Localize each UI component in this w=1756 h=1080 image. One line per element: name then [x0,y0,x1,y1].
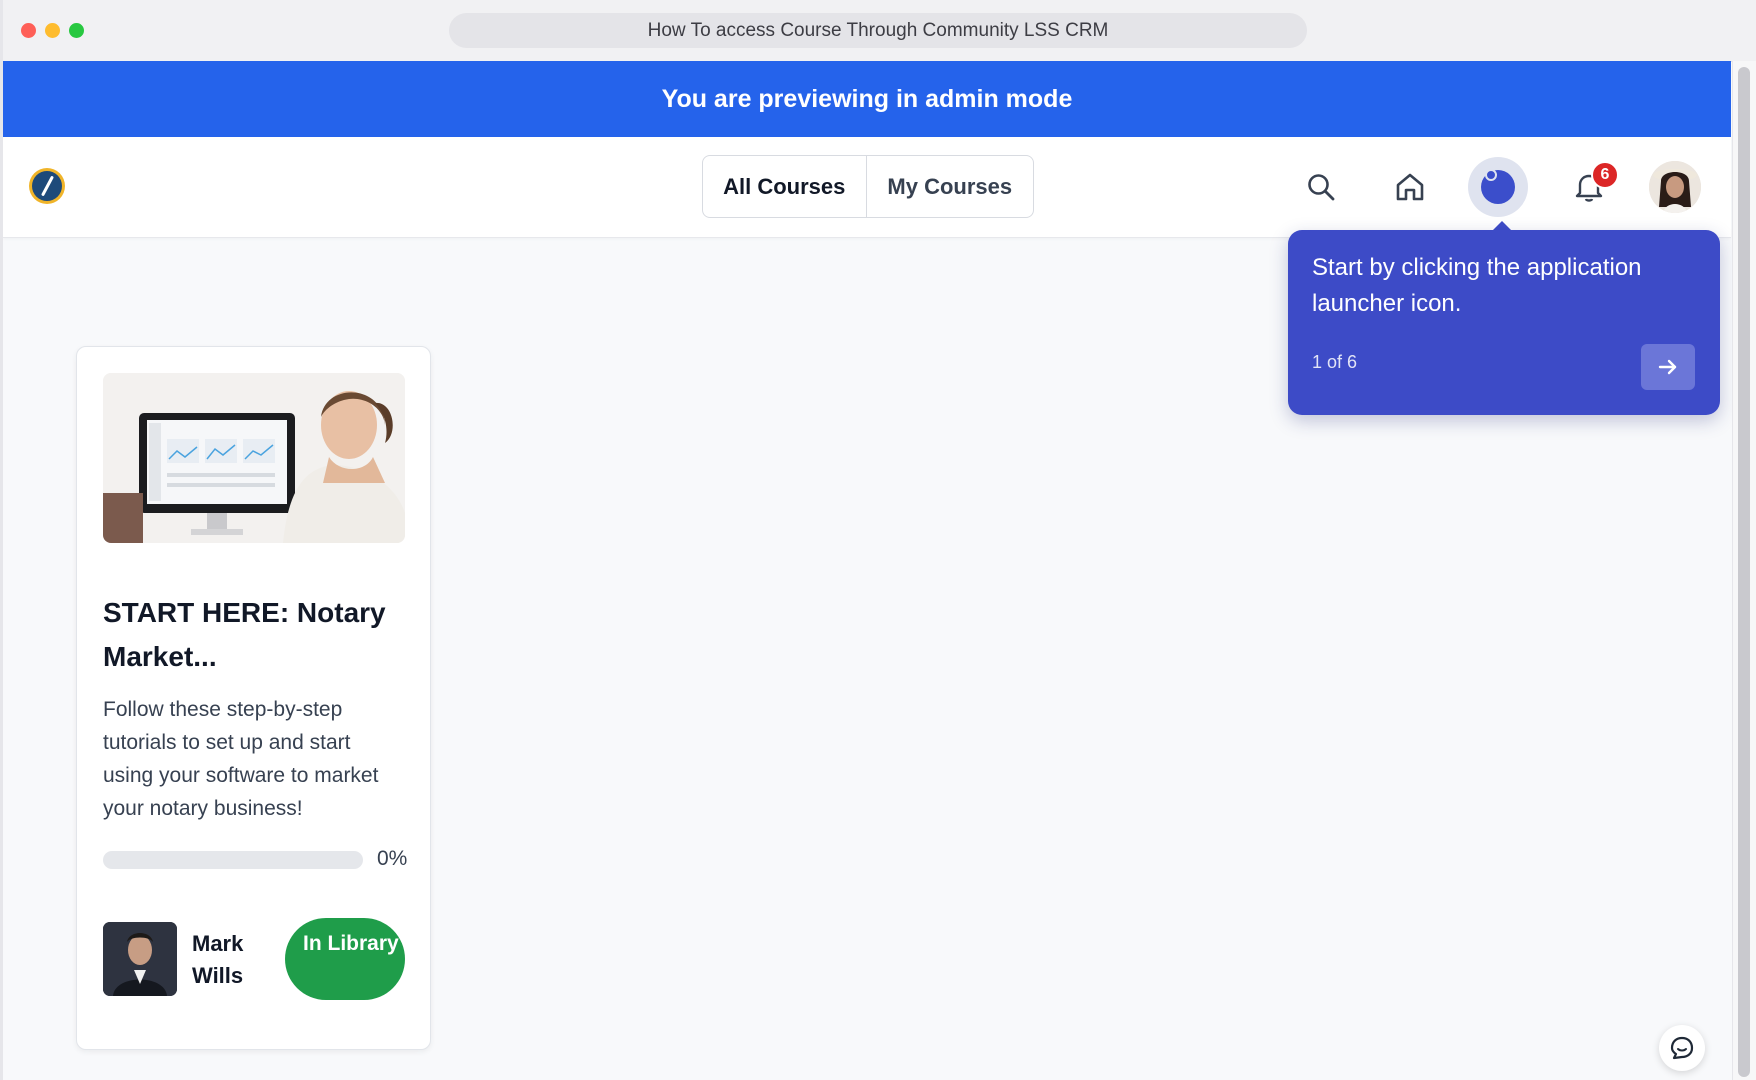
course-card[interactable]: START HERE: Notary Market... Follow thes… [76,346,431,1050]
user-avatar[interactable] [1649,161,1701,213]
maximize-window-button[interactable] [69,23,84,38]
app-launcher-icon[interactable] [1468,157,1528,217]
arrow-right-icon [1658,359,1677,375]
minimize-window-button[interactable] [45,23,60,38]
scrollbar-thumb[interactable] [1738,67,1750,1077]
tab-all-courses[interactable]: All Courses [703,156,867,217]
course-progress-percent: 0% [377,847,408,870]
browser-window: How To access Course Through Community L… [0,0,1756,1080]
tab-my-courses[interactable]: My Courses [867,156,1034,217]
close-window-button[interactable] [21,23,36,38]
notification-badge: 6 [1591,161,1619,189]
logo-inner [32,171,62,201]
top-navbar: All Courses My Courses 6 [3,137,1731,238]
address-bar[interactable]: How To access Course Through Community L… [449,13,1307,48]
home-icon[interactable] [1385,162,1435,212]
chat-support-icon[interactable] [1659,1025,1705,1071]
author-name: Mark Wills [192,931,244,988]
tooltip-step-counter: 1 of 6 [1312,352,1358,372]
browser-titlebar: How To access Course Through Community L… [0,0,1756,62]
author-avatar [103,922,177,996]
search-icon[interactable] [1296,162,1346,212]
logo-icon[interactable] [29,168,65,204]
course-tabs: All Courses My Courses [702,155,1034,218]
course-title[interactable]: START HERE: Notary Market... [103,591,403,679]
course-thumbnail[interactable] [103,373,405,543]
tooltip-text: Start by clicking the application launch… [1312,254,1642,317]
course-progress-bar [103,851,363,869]
in-library-button[interactable]: In Library [285,918,405,1000]
app-launcher-dot [1481,169,1515,204]
tooltip-next-button[interactable] [1641,344,1695,390]
admin-mode-banner: You are previewing in admin mode [3,61,1731,137]
course-description: Follow these step-by-step tutorials to s… [103,698,379,820]
page-scrollbar[interactable] [1732,61,1756,1080]
walkthrough-tooltip: Start by clicking the application launch… [1288,230,1720,415]
